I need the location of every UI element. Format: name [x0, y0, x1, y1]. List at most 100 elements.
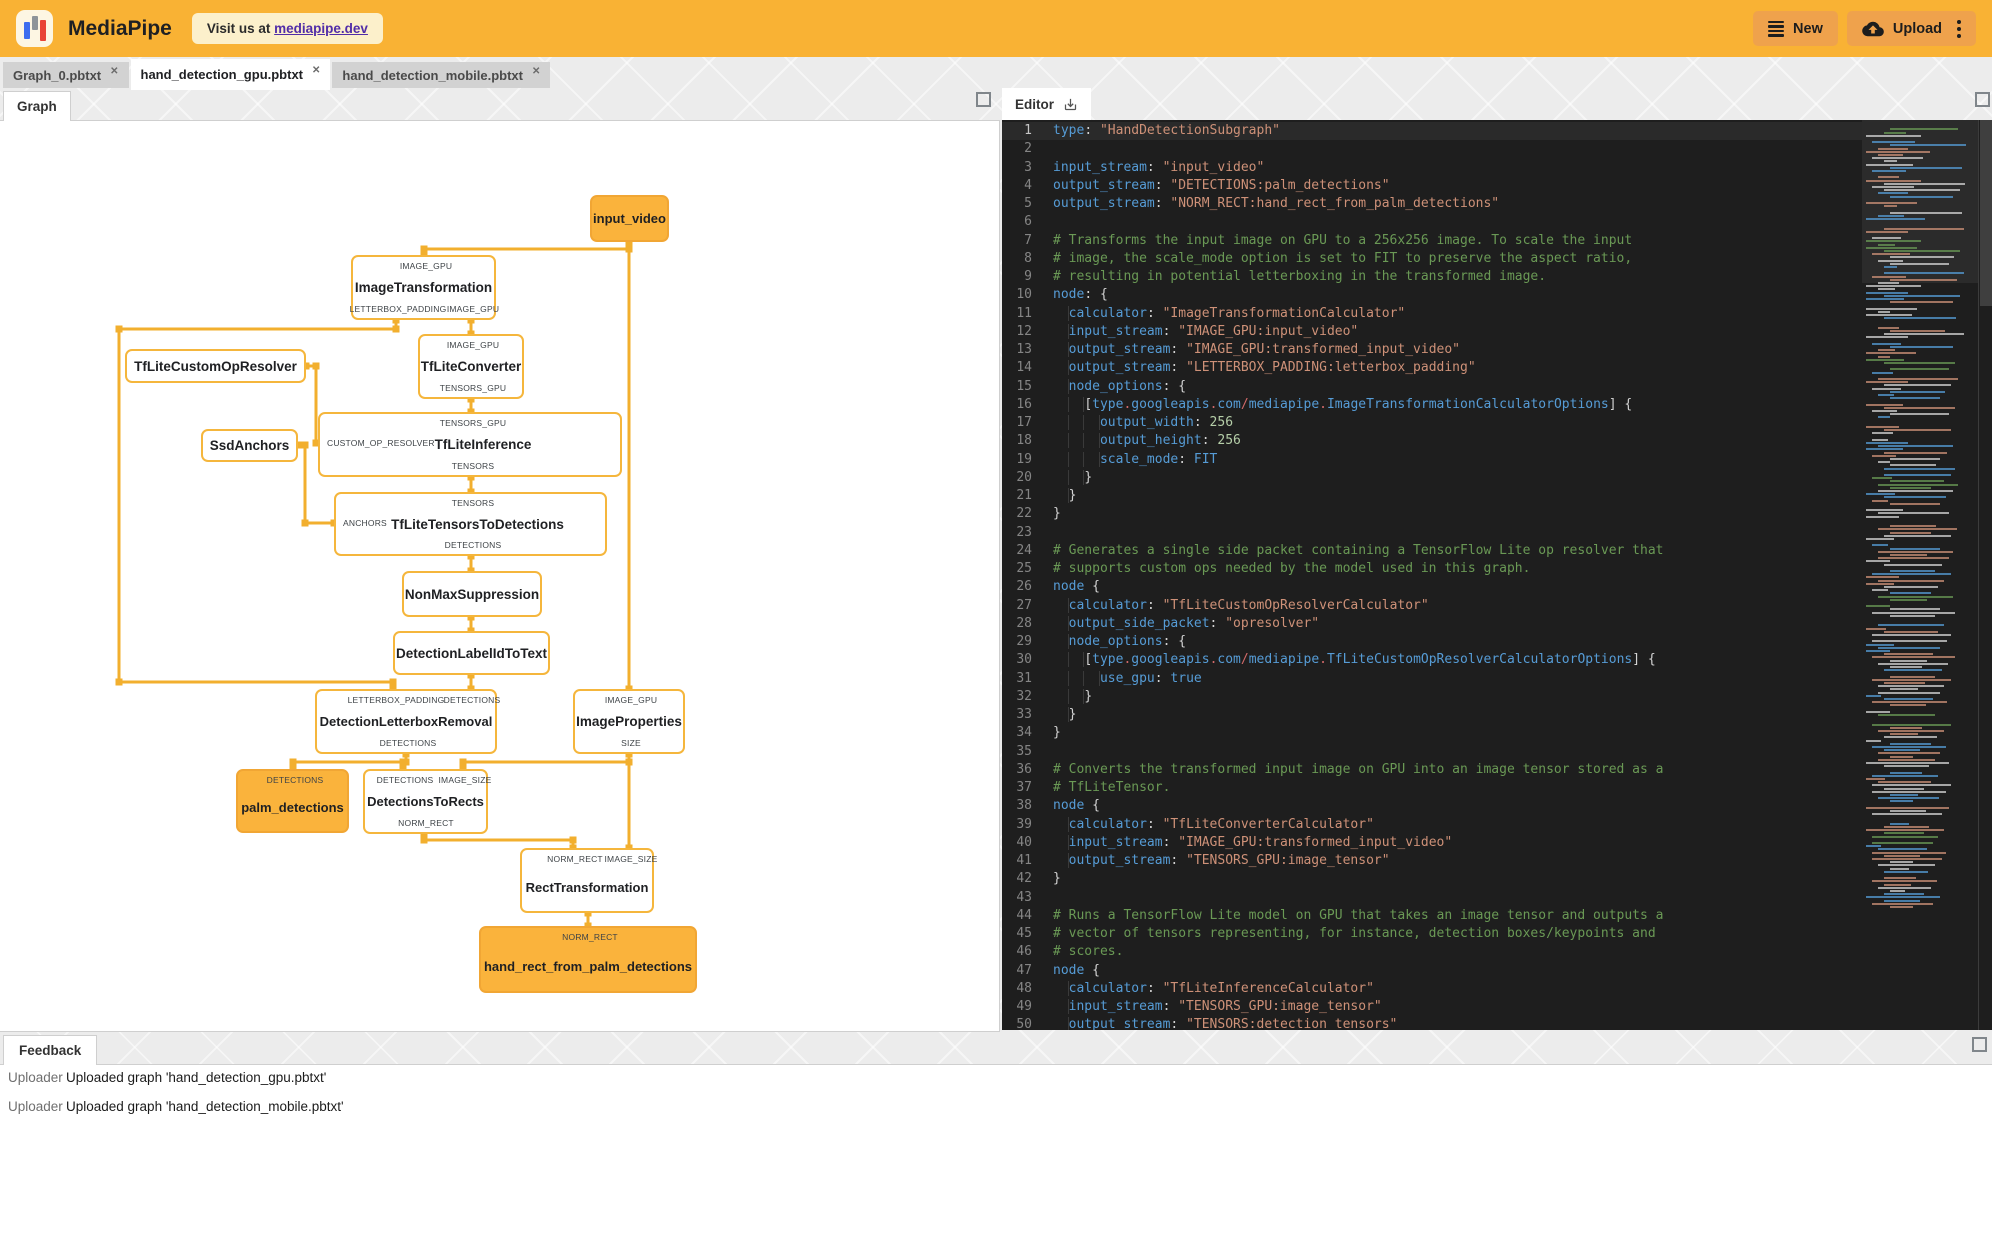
graph-node-ImageProperties[interactable]: IMAGE_GPU SIZE ImageProperties: [573, 689, 685, 754]
graph-node-ImageTransformation[interactable]: IMAGE_GPU LETTERBOX_PADDING IMAGE_GPU Image…: [350, 255, 499, 320]
graph-node-RectTransformation[interactable]: NORM_RECT IMAGE_SIZE RectTransformation: [520, 848, 657, 913]
app-title: MediaPipe: [68, 16, 172, 40]
code-line: 49 input_stream: "TENSORS_GPU:image_tens…: [1002, 998, 1862, 1016]
file-tab-hand_detection_mobile.pbtxt[interactable]: hand_detection_mobile.pbtxt ✕: [332, 62, 551, 88]
code-line: 15 node_options: {: [1002, 378, 1862, 396]
line-number: 2: [1024, 141, 1032, 157]
upload-more-icon[interactable]: [1957, 19, 1961, 38]
port-label-ANCHORS: ANCHORS: [343, 518, 387, 528]
port-label-NORM_RECT: NORM_RECT: [398, 818, 454, 828]
graph-node-DetectionLetterboxRemoval[interactable]: LETTERBOX_PADDING DETECTIONS DETECTIONS Det…: [315, 689, 500, 754]
graph-node-NonMaxSuppression[interactable]: NonMaxSuppression: [402, 571, 542, 617]
file-tab-hand_detection_gpu.pbtxt[interactable]: hand_detection_gpu.pbtxt ✕: [130, 59, 331, 90]
line-number: 22: [1016, 506, 1032, 522]
code-line: 36 # Converts the transformed input image…: [1002, 761, 1862, 779]
feedback-source: Uploader: [8, 1070, 63, 1085]
expand-graph-icon[interactable]: [976, 92, 991, 107]
graph-node-TfLiteTensorsToDetections[interactable]: TENSORS DETECTIONS ANCHORS TfLiteTensorsToD…: [334, 492, 607, 556]
feedback-row: Uploader Uploaded graph 'hand_detection_g…: [0, 1070, 1992, 1099]
code-line: 21 }: [1002, 487, 1862, 505]
line-number: 35: [1016, 743, 1032, 759]
line-number: 19: [1016, 451, 1032, 467]
code-line: 12 input_stream: "IMAGE_GPU:input_video": [1002, 323, 1862, 341]
graph-node-palm_detections[interactable]: DETECTIONS palm_detections: [236, 769, 349, 833]
feedback-log: Uploader Uploaded graph 'hand_detection_g…: [0, 1064, 1992, 1242]
line-number: 3: [1024, 159, 1032, 175]
graph-canvas[interactable]: input_video IMAGE_GPU LETTERBOX_PADDING IMA…: [0, 120, 1000, 1032]
code-area[interactable]: 1 type: "HandDetectionSubgraph" 2 3 input_st…: [1002, 122, 1862, 1030]
file-tab-label: hand_detection_mobile.pbtxt: [342, 67, 523, 83]
mediapipe-dev-link[interactable]: mediapipe.dev: [274, 21, 368, 36]
line-number: 13: [1016, 342, 1032, 357]
mediapipe-visualizer: MediaPipe Visit us at mediapipe.dev New …: [0, 0, 1992, 1242]
port-label-TENSORS: TENSORS: [451, 498, 495, 508]
graph-node-input_video[interactable]: input_video: [590, 195, 669, 242]
code-line: 8 # image, the scale_mode option is set t…: [1002, 250, 1862, 268]
editor-scrollbar[interactable]: [1980, 120, 1992, 306]
close-tab-icon[interactable]: ✕: [312, 65, 320, 76]
node-title: TfLiteConverter: [420, 359, 522, 374]
port-label-NORM_RECT: NORM_RECT: [547, 854, 603, 864]
port-label-DETECTIONS: DETECTIONS: [266, 775, 324, 785]
line-number: 27: [1016, 597, 1032, 613]
graph-node-TfLiteCustomOpResolver[interactable]: TfLiteCustomOpResolver: [125, 349, 306, 383]
port-label-NORM_RECT: NORM_RECT: [562, 932, 618, 942]
graph-node-TfLiteInference[interactable]: TENSORS_GPU TENSORS CUSTOM_OP_RESOLVER TfLi…: [318, 412, 622, 477]
line-number: 41: [1016, 853, 1032, 868]
line-number: 26: [1016, 579, 1032, 595]
code-line: 45 # vector of tensors representing, for …: [1002, 925, 1862, 943]
visit-text: Visit us at: [206, 21, 275, 36]
feedback-message: Uploaded graph 'hand_detection_gpu.pbtxt…: [66, 1070, 327, 1085]
tab-graph[interactable]: Graph: [3, 91, 71, 121]
graph-node-hand_rect_from_palm_detections[interactable]: NORM_RECT hand_rect_from_palm_detections: [479, 926, 697, 993]
close-tab-icon[interactable]: ✕: [532, 66, 540, 77]
port-label-DETECTIONS: DETECTIONS: [376, 775, 434, 785]
feedback-source: Uploader: [8, 1099, 63, 1114]
line-number: 16: [1016, 396, 1032, 412]
editor-minimap[interactable]: [1862, 120, 1978, 1030]
code-line: 16 [type.googleapis.com/mediapipe.ImageT…: [1002, 396, 1862, 414]
graph-node-TfLiteConverter[interactable]: IMAGE_GPU TENSORS_GPU TfLiteConverter: [418, 334, 524, 399]
graph-node-DetectionLabelIdToText[interactable]: DetectionLabelIdToText: [393, 631, 550, 675]
code-line: 1 type: "HandDetectionSubgraph": [1002, 122, 1862, 141]
file-tab-Graph_0.pbtxt[interactable]: Graph_0.pbtxt ✕: [3, 62, 129, 88]
close-tab-icon[interactable]: ✕: [110, 66, 118, 77]
code-line: 26 node {: [1002, 578, 1862, 596]
code-line: 43: [1002, 889, 1862, 907]
line-number: 11: [1016, 305, 1032, 321]
code-line: 11 calculator: "ImageTransformationCalcu…: [1002, 305, 1862, 323]
code-line: 29 node_options: {: [1002, 633, 1862, 651]
expand-editor-icon[interactable]: [1975, 92, 1990, 107]
code-line: 41 output_stream: "TENSORS_GPU:image_ten…: [1002, 852, 1862, 870]
code-line: 32 }: [1002, 688, 1862, 706]
graph-node-DetectionsToRects[interactable]: DETECTIONS IMAGE_SIZE NORM_RECT DetectionsT…: [363, 769, 492, 834]
new-button[interactable]: New: [1753, 11, 1838, 46]
line-number: 44: [1016, 907, 1032, 923]
download-icon[interactable]: [1063, 97, 1078, 112]
line-number: 24: [1016, 542, 1032, 558]
line-number: 9: [1024, 269, 1032, 284]
port-label-TENSORS: TENSORS: [451, 461, 495, 471]
editor-panel[interactable]: 1 type: "HandDetectionSubgraph" 2 3 input_st…: [1002, 120, 1992, 1030]
node-title: NonMaxSuppression: [404, 586, 540, 602]
line-number: 23: [1016, 524, 1032, 540]
code-line: 48 calculator: "TfLiteInferenceCalculato…: [1002, 980, 1862, 998]
graph-node-SsdAnchors[interactable]: SsdAnchors: [201, 429, 298, 462]
code-line: 33 }: [1002, 706, 1862, 724]
code-line: 40 input_stream: "IMAGE_GPU:transformed_…: [1002, 834, 1862, 852]
line-number: 34: [1016, 725, 1032, 741]
line-number: 42: [1016, 871, 1032, 887]
line-number: 33: [1016, 707, 1032, 722]
line-number: 10: [1016, 287, 1032, 303]
line-number: 29: [1016, 634, 1032, 649]
expand-feedback-icon[interactable]: [1972, 1037, 1987, 1052]
file-tab-bar: Graph_0.pbtxt ✕ hand_detection_gpu.pbtxt ✕ h…: [3, 59, 551, 90]
menu-lines-icon: [1768, 20, 1785, 37]
upload-button[interactable]: Upload: [1846, 11, 1976, 46]
line-number: 37: [1016, 780, 1032, 795]
port-label-IMAGE_SIZE: IMAGE_SIZE: [438, 775, 492, 785]
tab-feedback[interactable]: Feedback: [3, 1035, 98, 1065]
node-title: input_video: [593, 211, 666, 226]
tab-editor[interactable]: Editor: [1002, 88, 1091, 120]
code-line: 17 output_width: 256: [1002, 414, 1862, 432]
